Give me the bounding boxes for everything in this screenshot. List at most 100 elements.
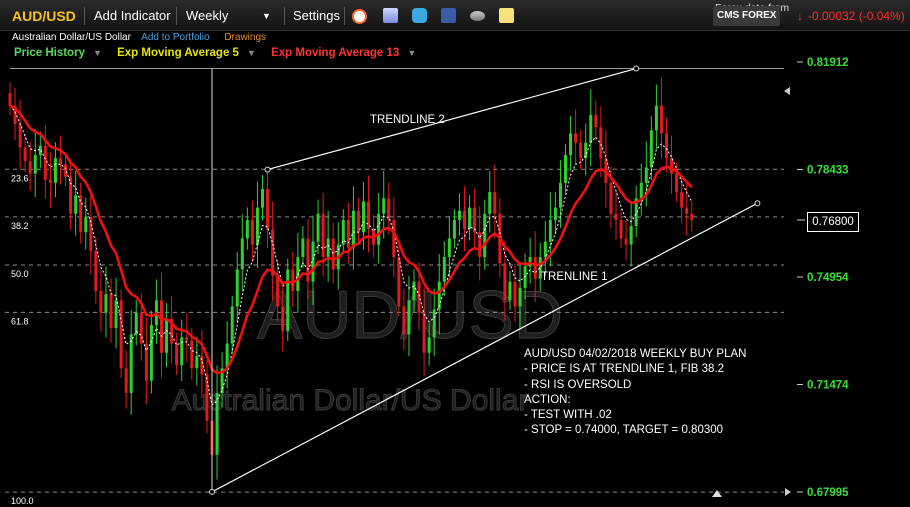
- watermark-name: Australian Dollar/US Dollar: [172, 384, 529, 417]
- candle-body: [397, 257, 401, 307]
- candle-body: [266, 189, 270, 230]
- candle-body: [609, 182, 613, 214]
- scroll-right-icon[interactable]: [784, 87, 790, 95]
- candle-body: [74, 195, 78, 214]
- candle-body: [331, 238, 335, 270]
- candle-body: [245, 219, 249, 239]
- fib-level-label: 50.0: [11, 269, 29, 279]
- candle-body: [548, 219, 552, 242]
- candle-body: [457, 210, 461, 220]
- candle-body: [584, 142, 588, 159]
- candle-body: [175, 343, 179, 366]
- candle-body: [483, 213, 487, 258]
- candle-body: [382, 198, 386, 214]
- candle-body: [690, 213, 694, 220]
- candle-body: [69, 176, 73, 214]
- candle-body: [377, 213, 381, 245]
- candle-body: [574, 133, 578, 143]
- candle-body: [528, 257, 532, 267]
- candle-body: [422, 312, 426, 353]
- last-price-label: 0.76800: [807, 212, 859, 232]
- candle-body: [48, 179, 52, 183]
- candle-body: [543, 241, 547, 258]
- trendline-handle: [209, 488, 215, 495]
- note-line: - TEST WITH .02: [524, 409, 612, 422]
- candle-body: [129, 334, 133, 393]
- candle-body: [508, 281, 512, 301]
- candle-body: [417, 281, 421, 313]
- note-line: ACTION:: [524, 393, 571, 406]
- candle-body: [468, 207, 472, 230]
- candle-body: [503, 263, 507, 301]
- candle-body: [149, 324, 153, 381]
- candle-body: [139, 312, 143, 344]
- fib-level-label: 38.2: [11, 221, 29, 231]
- candle-body: [271, 229, 275, 276]
- candle-body: [28, 161, 32, 174]
- candle-body: [685, 207, 689, 214]
- candle-body: [104, 294, 108, 313]
- candle-body: [387, 198, 391, 220]
- candle-body: [119, 300, 123, 369]
- y-tick-label: 0.81912: [807, 57, 849, 69]
- candle-body: [402, 306, 406, 335]
- candle-body: [23, 147, 27, 162]
- candle-body: [644, 167, 648, 183]
- candle-body: [64, 164, 68, 177]
- candle-body: [124, 368, 128, 393]
- y-tick-label: 0.74954: [807, 272, 849, 284]
- candle-body: [190, 340, 194, 369]
- candle-body: [624, 238, 628, 245]
- price-chart[interactable]: AUD/USD Australian Dollar/US Dollar 23.6…: [0, 0, 910, 507]
- candle-body: [281, 306, 285, 332]
- candle-body: [8, 93, 12, 106]
- candle-body: [619, 219, 623, 239]
- candle-body: [346, 219, 350, 248]
- candle-body: [589, 114, 593, 143]
- candle-body: [442, 257, 446, 282]
- trendline-handle: [754, 200, 761, 207]
- candle-body: [513, 281, 517, 307]
- triangle-up-icon[interactable]: [712, 490, 722, 497]
- candle-body: [447, 238, 451, 258]
- trendline-handle: [633, 65, 640, 72]
- candle-body: [558, 182, 562, 208]
- fib-level-label: 61.8: [11, 316, 29, 326]
- candle-body: [463, 210, 466, 230]
- candle-body: [614, 213, 618, 220]
- candle-body: [488, 192, 492, 214]
- candle-body: [261, 189, 264, 208]
- candle-body: [185, 337, 189, 341]
- candle-body: [255, 207, 259, 245]
- scroll-left-icon[interactable]: [785, 488, 791, 496]
- candle-body: [114, 300, 118, 329]
- y-tick-label: 0.67995: [807, 487, 849, 499]
- candle-body: [326, 238, 330, 258]
- candle-body: [367, 201, 371, 230]
- candle-body: [109, 294, 113, 329]
- y-tick-label: 0.78433: [807, 164, 849, 176]
- fib-level-label: 23.6: [11, 173, 29, 183]
- note-line: - STOP = 0.74000, TARGET = 0.80300: [524, 424, 724, 437]
- trade-plan-note: AUD/USD 04/02/2018 WEEKLY BUY PLAN - PRIC…: [524, 347, 746, 439]
- candle-body: [240, 238, 244, 270]
- candle-body: [195, 355, 199, 369]
- candle-body: [654, 105, 658, 131]
- candle-body: [629, 226, 633, 245]
- candle-body: [553, 207, 557, 220]
- candle-body: [286, 269, 290, 332]
- candle-body: [659, 105, 663, 134]
- candle-body: [432, 309, 436, 338]
- candle-body: [564, 155, 567, 183]
- candle-body: [316, 213, 320, 242]
- candle-body: [230, 306, 234, 344]
- candle-body: [321, 213, 325, 258]
- axis-layer: 0.81912 0.78433 0.74954 0.71474 0.67995: [797, 57, 849, 499]
- note-line: AUD/USD 04/02/2018 WEEKLY BUY PLAN: [524, 348, 747, 360]
- candle-body: [649, 130, 653, 168]
- trendline-handle: [264, 166, 271, 173]
- fib-level-label: 100.0: [11, 496, 34, 506]
- candle-body: [675, 173, 679, 193]
- candle-body: [594, 114, 598, 128]
- candle-body: [33, 155, 37, 174]
